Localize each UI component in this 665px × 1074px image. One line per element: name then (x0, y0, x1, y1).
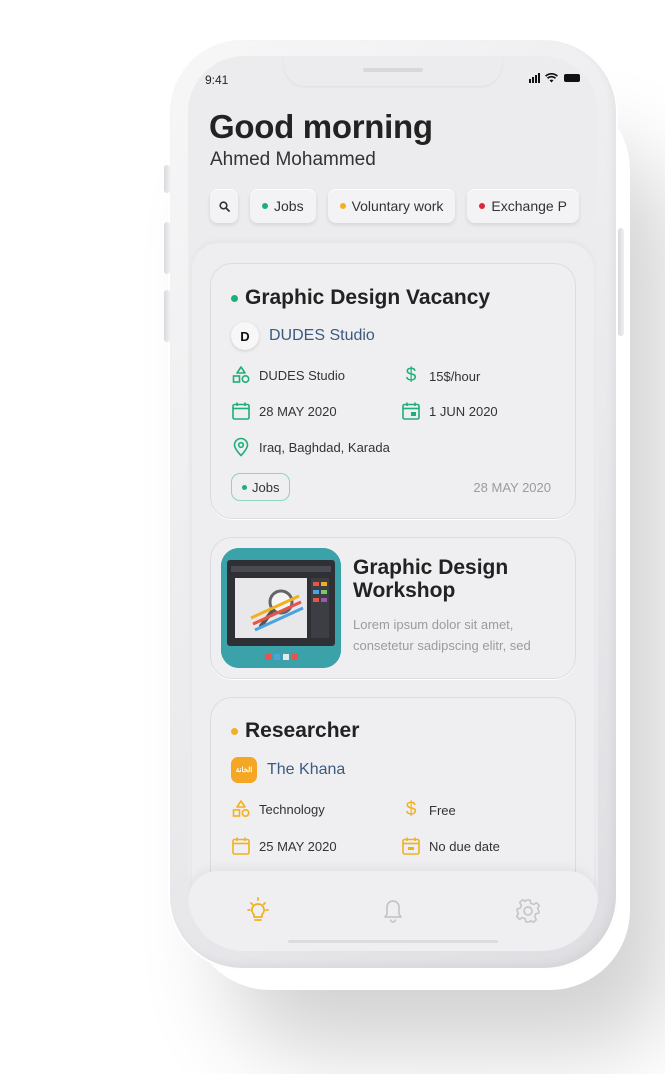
posted-date: 28 MAY 2020 (473, 480, 551, 495)
company-row[interactable]: الخانة The Khana (231, 757, 345, 783)
workshop-title-line: Graphic Design (353, 556, 509, 579)
calendar-end-icon (402, 837, 420, 855)
status-icons (529, 73, 580, 83)
category-dot (231, 727, 238, 735)
workshop-title-line: Workshop (353, 579, 456, 602)
location-meta: Iraq, Baghdad, Karada (231, 437, 390, 457)
bell-icon (384, 900, 402, 923)
chip-label: Jobs (274, 198, 304, 214)
dollar-icon: $ (405, 365, 417, 386)
tag-label: Jobs (252, 479, 280, 495)
organization-meta: DUDES Studio (231, 365, 345, 385)
search-icon (218, 200, 230, 212)
greeting-title: Good morning (209, 108, 433, 145)
calendar-icon (232, 402, 250, 420)
volume-button (164, 222, 170, 274)
speaker-grille (363, 68, 423, 72)
nav-notifications[interactable] (373, 891, 413, 931)
field-text: Technology (259, 801, 325, 817)
company-name: DUDES Studio (269, 327, 375, 344)
category-tag[interactable]: Jobs (231, 473, 291, 501)
chip-dot (479, 203, 486, 209)
company-row[interactable]: D DUDES Studio (231, 322, 375, 350)
power-button (618, 228, 624, 336)
filter-chip-exchange[interactable]: Exchange P (467, 189, 579, 223)
workshop-card[interactable]: Graphic Design Workshop Lorem ipsum dolo… (210, 537, 576, 679)
company-name: The Khana (267, 761, 346, 778)
volume-button (164, 290, 170, 342)
chip-label: Exchange P (491, 198, 567, 214)
card-title: Researcher (231, 719, 359, 743)
location-text: Iraq, Baghdad, Karada (259, 439, 390, 455)
feed-panel: Graphic Design Vacancy D DUDES Studio DU… (192, 243, 594, 951)
workshop-title: Graphic Design Workshop (353, 556, 508, 602)
card-title: Graphic Design Vacancy (231, 286, 490, 310)
card-title-text: Graphic Design Vacancy (245, 286, 491, 309)
nav-settings[interactable] (508, 891, 548, 931)
wifi-icon (545, 73, 558, 83)
signal-icon (529, 73, 541, 83)
end-date-meta: No due date (401, 836, 500, 856)
start-date-text: 28 MAY 2020 (259, 403, 337, 419)
shapes-icon (232, 800, 250, 818)
volume-up-button (164, 165, 170, 193)
gear-icon (515, 898, 541, 924)
company-logo: الخانة (231, 757, 257, 783)
start-date-meta: 25 MAY 2020 (231, 836, 337, 856)
card-title-text: Researcher (245, 719, 360, 742)
home-indicator (288, 940, 498, 943)
end-date-text: 1 JUN 2020 (429, 403, 498, 419)
filter-chips: Jobs Voluntary work Exchange P (210, 189, 579, 223)
filter-chip-voluntary-work[interactable]: Voluntary work (327, 189, 456, 223)
workshop-desc-line: Lorem ipsum dolor sit amet, (353, 617, 514, 632)
workshop-desc-line: consetetur sadipscing elitr, sed (353, 638, 531, 653)
rate-meta: $ 15$/hour (401, 365, 481, 387)
vacancy-card[interactable]: Graphic Design Vacancy D DUDES Studio DU… (210, 263, 576, 519)
shapes-icon (232, 366, 250, 384)
location-pin-icon (233, 437, 249, 457)
field-meta: Technology (231, 799, 325, 819)
rate-text: Free (429, 802, 456, 818)
rate-meta: $ Free (401, 799, 456, 821)
chip-dot (262, 203, 268, 209)
start-date-text: 25 MAY 2020 (259, 838, 337, 854)
filter-chip-jobs[interactable]: Jobs (250, 189, 316, 223)
end-date-text: No due date (429, 838, 500, 854)
rate-text: 15$/hour (429, 368, 481, 384)
category-dot (231, 294, 238, 302)
search-button[interactable] (210, 189, 238, 223)
tag-dot (242, 484, 247, 490)
calendar-end-icon (402, 402, 420, 420)
workshop-description: Lorem ipsum dolor sit amet, consetetur s… (353, 614, 563, 656)
chip-dot (339, 203, 346, 209)
status-time: 9:41 (205, 73, 229, 87)
company-logo: D (231, 322, 259, 350)
dollar-icon: $ (405, 799, 417, 820)
chip-label: Voluntary work (351, 198, 444, 214)
phone-screen: 9:41 Good morning Ahmed Mohammed Jobs Vo… (188, 56, 598, 951)
battery-icon (564, 74, 580, 82)
calendar-icon (232, 837, 250, 855)
organization-text: DUDES Studio (259, 367, 345, 383)
user-name: Ahmed Mohammed (210, 149, 376, 170)
workshop-thumbnail (221, 548, 341, 668)
lightbulb-icon (247, 897, 269, 921)
end-date-meta: 1 JUN 2020 (401, 401, 498, 421)
nav-explore[interactable] (238, 891, 278, 931)
start-date-meta: 28 MAY 2020 (231, 401, 337, 421)
bottom-nav (188, 871, 598, 951)
